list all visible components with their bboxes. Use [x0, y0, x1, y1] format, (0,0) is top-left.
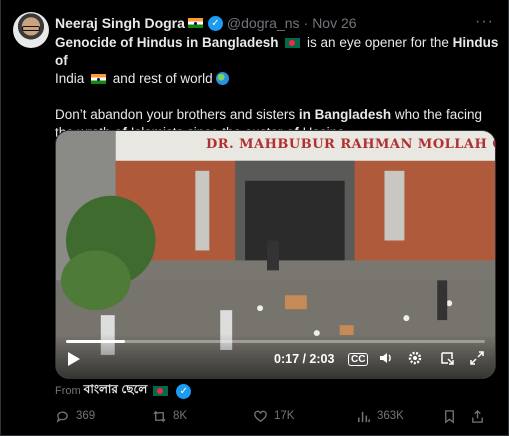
text-segment: Don’t abandon your brothers and sisters	[55, 107, 299, 122]
india-flag-icon	[91, 74, 107, 84]
verified-badge-icon[interactable]: ✓	[207, 15, 223, 31]
reply-icon	[56, 410, 68, 423]
video-progress-fill	[66, 340, 125, 343]
volume-icon[interactable]	[378, 350, 394, 369]
captions-icon[interactable]: CC	[348, 353, 369, 366]
bangladesh-flag-icon	[153, 386, 169, 396]
bookmark-icon	[445, 409, 454, 423]
views-button[interactable]: 363K	[356, 409, 442, 424]
settings-gear-icon[interactable]	[407, 350, 423, 369]
text-segment: is an eye opener for the	[303, 35, 453, 50]
more-options-icon[interactable]: ···	[475, 13, 494, 31]
tweet-header: Neeraj Singh Dogra ✓ @dogra_ns · Nov 26	[55, 13, 498, 33]
play-icon[interactable]	[68, 352, 80, 366]
tweet-text: Genocide of Hindus in Bangladesh is an e…	[55, 34, 501, 142]
source-account[interactable]: বাংলার ছেলে	[84, 381, 148, 401]
video-source: From বাংলার ছেলে ✓	[55, 381, 192, 401]
author-name[interactable]: Neeraj Singh Dogra	[55, 15, 185, 31]
share-button[interactable]	[470, 409, 485, 424]
reply-button[interactable]: 369	[55, 409, 152, 424]
action-bar: 369 8K 17K 363K	[55, 406, 498, 426]
video-controls: 0:17 / 2:03 CC	[56, 334, 495, 378]
source-prefix: From	[55, 385, 81, 397]
tweet-date[interactable]: Nov 26	[312, 15, 356, 31]
share-icon	[472, 409, 483, 423]
header-separator: ·	[303, 15, 309, 31]
text-segment: India	[55, 71, 85, 86]
video-player[interactable]: DR. MAHBUBUR RAHMAN MOLLAH COLLEGE 0:17 …	[55, 130, 496, 379]
india-flag-icon	[187, 18, 203, 28]
repost-count: 8K	[173, 410, 188, 422]
video-progress-bar[interactable]	[66, 340, 485, 343]
bookmark-button[interactable]	[442, 409, 470, 424]
bangladesh-flag-icon	[285, 38, 301, 48]
analytics-icon	[358, 411, 370, 422]
fullscreen-icon[interactable]	[469, 350, 485, 369]
text-segment: Genocide of Hindus in Bangladesh	[55, 35, 279, 50]
text-segment: and rest of world	[109, 71, 213, 86]
like-button[interactable]: 17K	[253, 409, 356, 424]
avatar[interactable]	[13, 12, 49, 48]
repost-button[interactable]: 8K	[152, 409, 253, 424]
globe-icon	[216, 72, 230, 85]
tweet-paragraph-1: Genocide of Hindus in Bangladesh is an e…	[55, 34, 501, 88]
reply-count: 369	[76, 410, 96, 422]
view-count: 363K	[377, 410, 404, 422]
repost-icon	[153, 410, 166, 422]
heart-icon	[254, 410, 267, 422]
college-sign-text: DR. MAHBUBUR RAHMAN MOLLAH COLLEGE	[206, 137, 495, 152]
text-segment: in Bangladesh	[298, 107, 392, 122]
tweet-card[interactable]: Neeraj Singh Dogra ✓ @dogra_ns · Nov 26 …	[0, 0, 509, 436]
picture-in-picture-icon[interactable]	[439, 350, 455, 369]
like-count: 17K	[274, 410, 295, 422]
author-handle[interactable]: @dogra_ns	[227, 15, 300, 31]
verified-badge-icon: ✓	[176, 383, 192, 399]
video-time: 0:17 / 2:03	[274, 352, 335, 366]
